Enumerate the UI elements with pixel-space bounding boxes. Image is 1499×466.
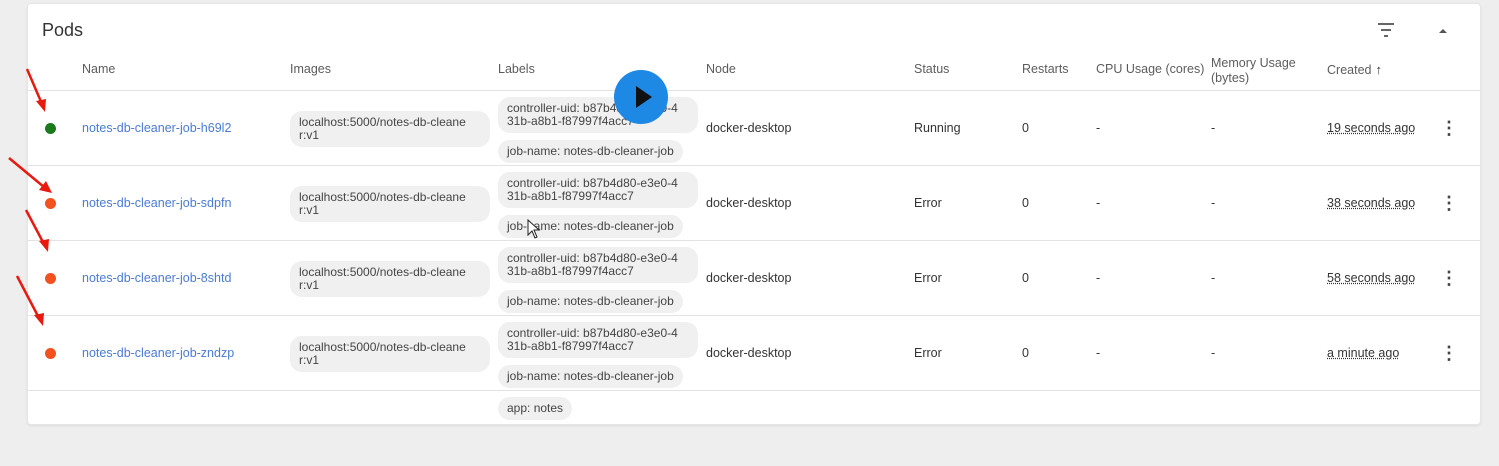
label-chip-line2: 31b-a8b1-f87997f4acc7 — [507, 339, 634, 353]
column-header-name[interactable]: Name — [82, 62, 115, 77]
status-cell: Error — [914, 271, 942, 285]
table-row[interactable]: notes-db-cleaner-job-h69l2 localhost:500… — [28, 90, 1480, 166]
status-cell: Running — [914, 121, 961, 135]
image-chip: localhost:5000/notes-db-cleane r:v1 — [290, 186, 490, 222]
pod-name-link[interactable]: notes-db-cleaner-job-zndzp — [82, 346, 234, 360]
label-chip-job-name: job-name: notes-db-cleaner-job — [498, 290, 683, 313]
label-chip-job-name: job-name: notes-db-cleaner-job — [498, 140, 683, 163]
column-header-cpu[interactable]: CPU Usage (cores) — [1096, 62, 1204, 77]
image-chip-line2: r:v1 — [299, 203, 320, 217]
node-cell: docker-desktop — [706, 121, 792, 135]
table-row[interactable]: notes-db-cleaner-job-zndzp localhost:500… — [28, 315, 1480, 391]
image-chip-line1: localhost:5000/notes-db-cleane — [299, 115, 466, 129]
mouse-cursor-icon — [527, 218, 541, 239]
image-chip: localhost:5000/notes-db-cleane r:v1 — [290, 336, 490, 372]
status-dot-icon — [45, 198, 56, 209]
table-row[interactable]: notes-db-cleaner-job-8shtd localhost:500… — [28, 240, 1480, 316]
memory-cell: - — [1211, 271, 1216, 285]
column-header-restarts[interactable]: Restarts — [1022, 62, 1069, 77]
column-header-status[interactable]: Status — [914, 62, 949, 77]
image-chip-line2: r:v1 — [299, 278, 320, 292]
cpu-cell: - — [1096, 271, 1101, 285]
restarts-cell: 0 — [1022, 121, 1029, 135]
node-cell: docker-desktop — [706, 346, 792, 360]
cpu-cell: - — [1096, 196, 1101, 210]
play-icon[interactable] — [614, 70, 668, 124]
cpu-cell: - — [1096, 346, 1101, 360]
table-row[interactable]: app: notes — [28, 390, 1480, 466]
label-chip-line2: 31b-a8b1-f87997f4acc7 — [507, 264, 634, 278]
column-header-memory[interactable]: Memory Usage (bytes) — [1211, 56, 1296, 86]
column-header-labels[interactable]: Labels — [498, 62, 535, 77]
collapse-caret-up-icon[interactable] — [1431, 20, 1455, 42]
column-header-images[interactable]: Images — [290, 62, 331, 77]
more-vert-icon[interactable]: ⋮ — [1440, 192, 1458, 214]
status-dot-icon — [45, 273, 56, 284]
column-header-node[interactable]: Node — [706, 62, 736, 77]
pods-panel: Pods Name Images Labels Node Status Rest… — [27, 3, 1481, 425]
label-chip-controller-uid: controller-uid: b87b4d80-e3e0-4 31b-a8b1… — [498, 322, 698, 358]
label-chip-job-name: job-name: notes-db-cleaner-job — [498, 365, 683, 388]
column-header-created[interactable]: Created ↑ — [1327, 62, 1382, 78]
memory-cell: - — [1211, 121, 1216, 135]
label-chip-line2: 31b-a8b1-f87997f4acc7 — [507, 189, 634, 203]
more-vert-icon[interactable]: ⋮ — [1440, 342, 1458, 364]
filter-icon[interactable] — [1371, 20, 1401, 42]
created-cell[interactable]: 19 seconds ago — [1327, 121, 1415, 135]
image-chip-line1: localhost:5000/notes-db-cleane — [299, 190, 466, 204]
image-chip: localhost:5000/notes-db-cleane r:v1 — [290, 261, 490, 297]
restarts-cell: 0 — [1022, 271, 1029, 285]
image-chip-line1: localhost:5000/notes-db-cleane — [299, 340, 466, 354]
pod-name-link[interactable]: notes-db-cleaner-job-sdpfn — [82, 196, 231, 210]
panel-title: Pods — [42, 20, 84, 40]
status-dot-icon — [45, 348, 56, 359]
memory-cell: - — [1211, 346, 1216, 360]
image-chip-line1: localhost:5000/notes-db-cleane — [299, 265, 466, 279]
label-chip-controller-uid: controller-uid: b87b4d80-e3e0-4 31b-a8b1… — [498, 247, 698, 283]
image-chip-line2: r:v1 — [299, 128, 320, 142]
restarts-cell: 0 — [1022, 346, 1029, 360]
status-cell: Error — [914, 196, 942, 210]
more-vert-icon[interactable]: ⋮ — [1440, 267, 1458, 289]
created-cell[interactable]: 38 seconds ago — [1327, 196, 1415, 210]
memory-cell: - — [1211, 196, 1216, 210]
image-chip-line2: r:v1 — [299, 353, 320, 367]
node-cell: docker-desktop — [706, 196, 792, 210]
column-header-memory-line1: Memory Usage — [1211, 56, 1296, 70]
cpu-cell: - — [1096, 121, 1101, 135]
arrow-upward-icon: ↑ — [1375, 62, 1382, 77]
created-cell[interactable]: 58 seconds ago — [1327, 271, 1415, 285]
label-chip-controller-uid: controller-uid: b87b4d80-e3e0-4 31b-a8b1… — [498, 97, 698, 133]
more-vert-icon[interactable]: ⋮ — [1440, 117, 1458, 139]
pod-name-link[interactable]: notes-db-cleaner-job-h69l2 — [82, 121, 231, 135]
status-cell: Error — [914, 346, 942, 360]
pod-name-link[interactable]: notes-db-cleaner-job-8shtd — [82, 271, 231, 285]
column-header-memory-line2: (bytes) — [1211, 71, 1250, 85]
table-row[interactable]: notes-db-cleaner-job-sdpfn localhost:500… — [28, 165, 1480, 241]
label-chip-controller-uid: controller-uid: b87b4d80-e3e0-4 31b-a8b1… — [498, 172, 698, 208]
restarts-cell: 0 — [1022, 196, 1029, 210]
status-dot-icon — [45, 123, 56, 134]
image-chip: localhost:5000/notes-db-cleane r:v1 — [290, 111, 490, 147]
label-chip-app: app: notes — [498, 397, 573, 420]
node-cell: docker-desktop — [706, 271, 792, 285]
column-header-created-label: Created — [1327, 63, 1372, 77]
label-chip-job-name: job-name: notes-db-cleaner-job — [498, 215, 683, 238]
created-cell[interactable]: a minute ago — [1327, 346, 1399, 360]
